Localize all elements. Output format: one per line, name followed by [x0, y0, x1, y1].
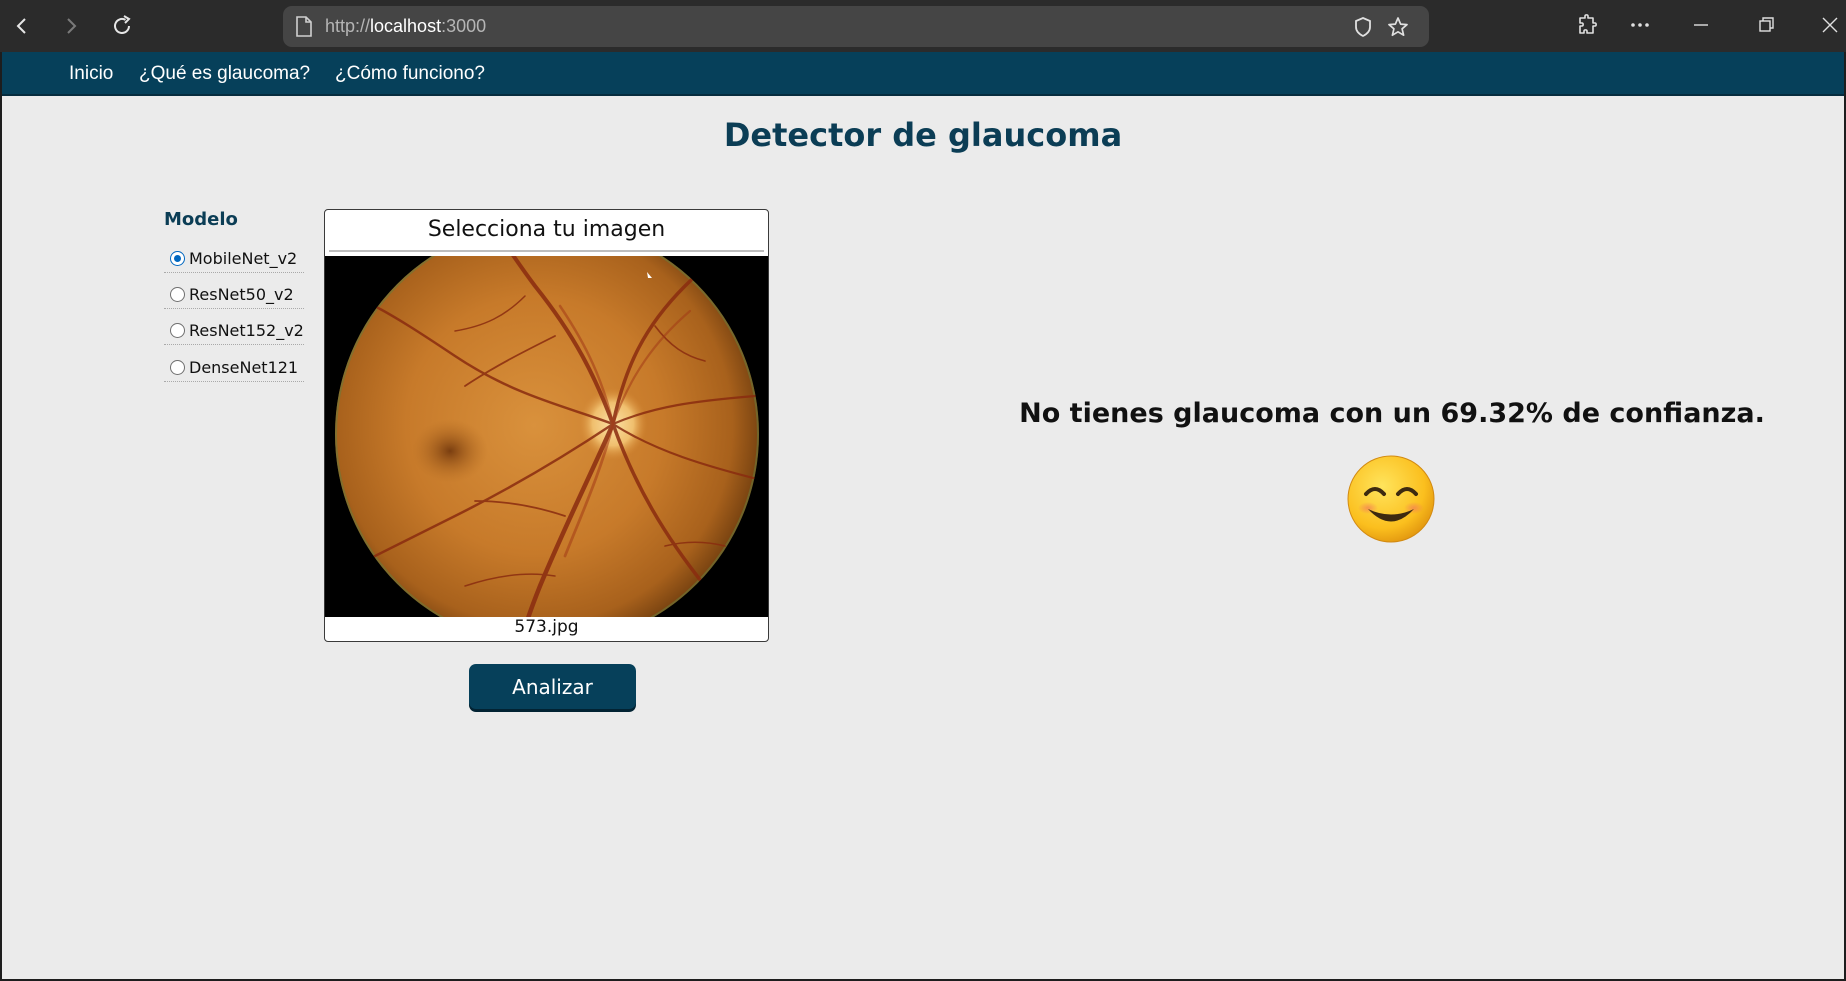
smiling-face-icon [1347, 455, 1435, 543]
minimize-button[interactable] [1686, 10, 1716, 40]
upload-header[interactable]: Selecciona tu imagen [325, 210, 768, 251]
retina-fundus-image[interactable] [325, 222, 768, 641]
radio-mobilenet-v2[interactable] [170, 251, 185, 266]
url-prefix: http:// [325, 16, 371, 36]
reload-icon [114, 15, 131, 34]
page-icon [296, 16, 312, 37]
forward-button[interactable] [53, 8, 89, 44]
model-option-resnet50-v2[interactable]: ResNet50_v2 [164, 281, 304, 309]
url-port: :3000 [441, 16, 487, 36]
close-icon [1822, 17, 1838, 33]
image-upload-card[interactable]: Selecciona tu imagen 573.jpg [324, 209, 769, 642]
web-page: Inicio ¿Qué es glaucoma? ¿Cómo funciono?… [0, 52, 1846, 981]
chevron-right-icon [67, 18, 77, 34]
model-option-label: ResNet152_v2 [189, 321, 304, 340]
url-text[interactable]: http://localhost:3000 [325, 16, 486, 37]
radio-resnet152-v2[interactable] [170, 323, 185, 338]
model-option-densenet121[interactable]: DenseNet121 [164, 354, 304, 382]
back-button[interactable] [4, 8, 40, 44]
close-button[interactable] [1815, 10, 1845, 40]
analyze-button[interactable]: Analizar [469, 664, 636, 709]
url-host: localhost [370, 16, 442, 36]
minimize-icon [1694, 24, 1708, 26]
page-title: Detector de glaucoma [723, 116, 1123, 154]
shield-icon[interactable] [1352, 16, 1374, 38]
model-option-resnet152-v2[interactable]: ResNet152_v2 [164, 317, 304, 345]
address-bar[interactable]: http://localhost:3000 [283, 6, 1429, 47]
model-option-label: DenseNet121 [189, 358, 299, 377]
divider [329, 250, 764, 252]
top-navigation: Inicio ¿Qué es glaucoma? ¿Cómo funciono? [2, 52, 1844, 96]
nav-link-que-es-glaucoma[interactable]: ¿Qué es glaucoma? [139, 63, 310, 85]
extensions-icon [1579, 14, 1597, 34]
nav-link-como-funciono[interactable]: ¿Cómo funciono? [335, 63, 485, 85]
chevron-left-icon [16, 18, 26, 34]
model-option-label: ResNet50_v2 [189, 285, 294, 304]
nav-link-inicio[interactable]: Inicio [69, 63, 113, 85]
model-option-label: MobileNet_v2 [189, 249, 298, 268]
radio-densenet121[interactable] [170, 360, 185, 375]
more-icon [1631, 23, 1649, 27]
selected-filename: 573.jpg [514, 617, 579, 637]
more-button[interactable] [1625, 10, 1655, 40]
browser-toolbar: http://localhost:3000 [0, 0, 1846, 52]
star-icon[interactable] [1387, 16, 1409, 38]
radio-resnet50-v2[interactable] [170, 287, 185, 302]
result-text: No tienes glaucoma con un 69.32% de conf… [1019, 398, 1765, 429]
restore-icon [1759, 17, 1774, 32]
model-option-mobilenet-v2[interactable]: MobileNet_v2 [164, 245, 304, 273]
restore-button[interactable] [1751, 10, 1781, 40]
reload-button[interactable] [104, 8, 140, 44]
model-label: Modelo [164, 209, 238, 230]
extensions-button[interactable] [1573, 10, 1603, 40]
